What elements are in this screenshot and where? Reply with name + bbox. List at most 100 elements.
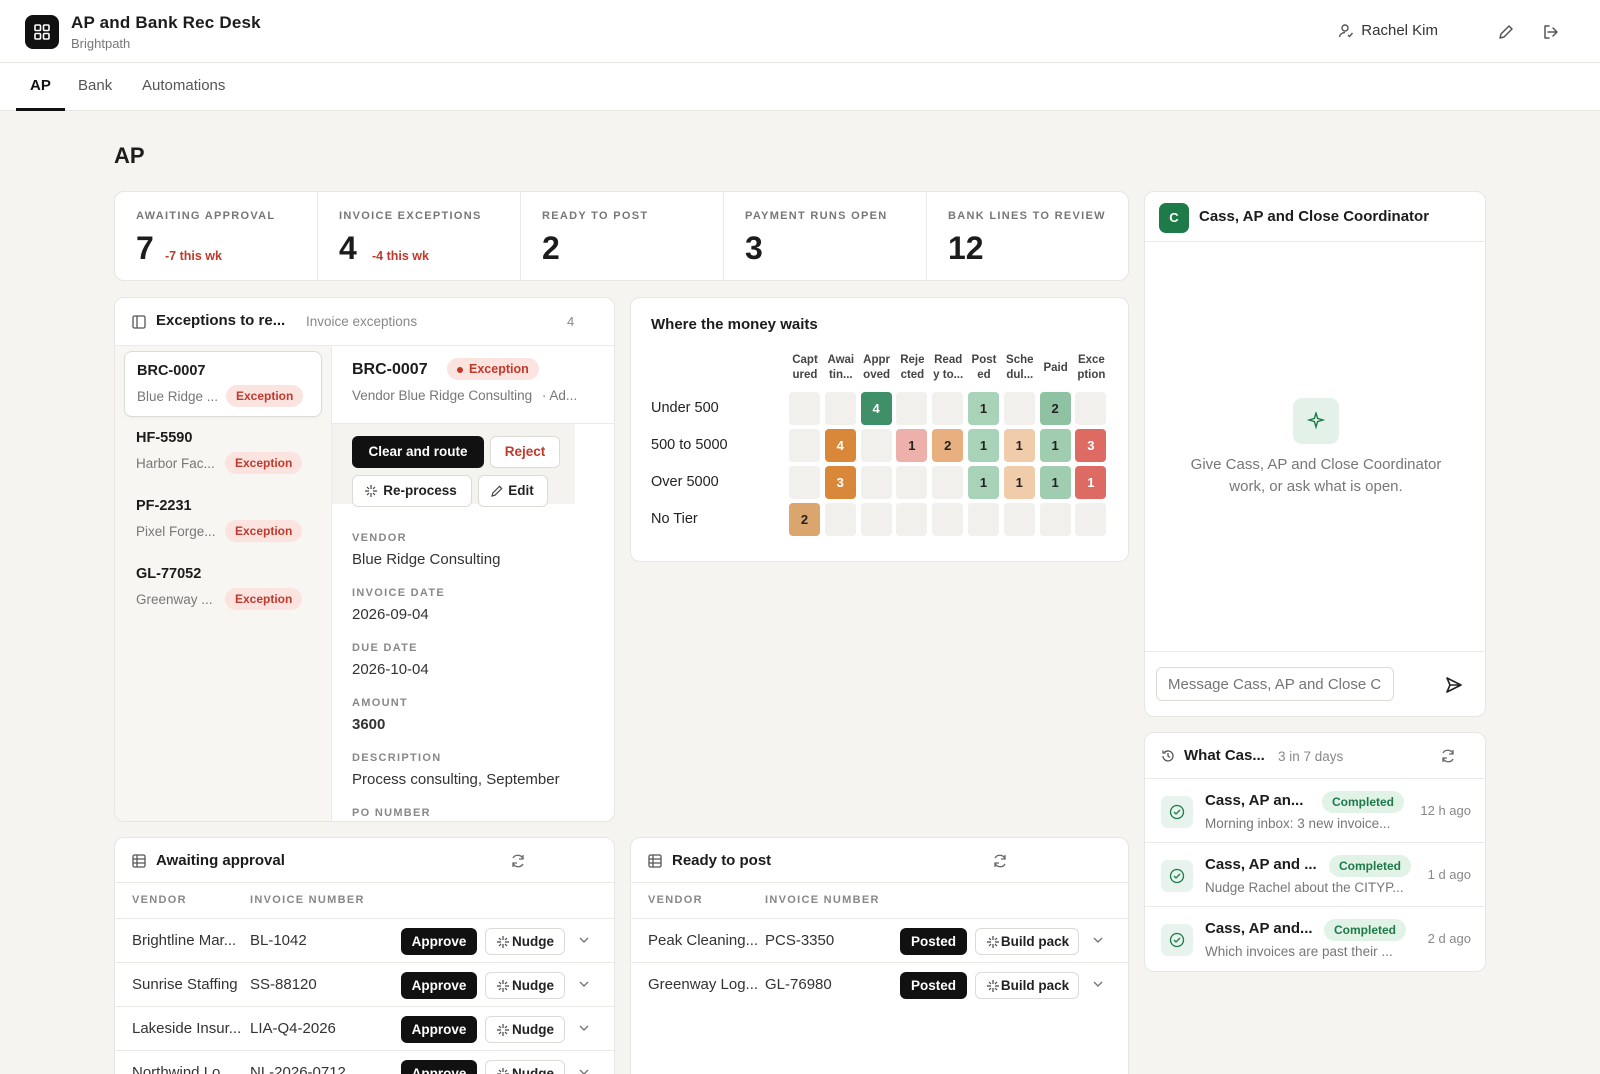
nudge-button[interactable]: Nudge	[485, 928, 565, 955]
heatmap-cell	[1003, 392, 1035, 425]
heatmap-column-label: Read y to...	[933, 354, 964, 381]
activity-item[interactable]: Cass, AP an... Completed Morning inbox: …	[1145, 778, 1485, 842]
nudge-label: Nudge	[512, 934, 554, 949]
table-row[interactable]: Sunrise Staffing SS-88120 Approve Nudge	[115, 962, 614, 1006]
build-pack-label: Build pack	[1000, 934, 1070, 949]
kpi-invoice-exceptions[interactable]: INVOICE EXCEPTIONS 4 -4 this wk	[318, 192, 521, 280]
heatmap-cell[interactable]: 1	[1003, 429, 1035, 462]
refresh-icon[interactable]	[1440, 748, 1456, 764]
status-badge: Exception	[225, 588, 303, 610]
heatmap-cell[interactable]: 1	[968, 466, 999, 499]
chevron-down-icon[interactable]	[1091, 933, 1105, 947]
heatmap-cell[interactable]: 1	[968, 429, 999, 462]
kpi-value: 4	[339, 230, 357, 266]
approve-button[interactable]: Approve	[401, 972, 477, 999]
heatmap-cell[interactable]: 1	[1075, 466, 1107, 499]
tab-automations[interactable]: Automations	[142, 77, 225, 94]
kpi-bank-lines-to-review[interactable]: BANK LINES TO REVIEW 12	[927, 192, 1128, 280]
vendor-cell: Peak Cleaning...	[648, 932, 759, 949]
heatmap-cell[interactable]: 1	[896, 429, 928, 462]
chevron-down-icon[interactable]	[1091, 977, 1105, 991]
nudge-button[interactable]: Nudge	[485, 1060, 565, 1074]
heatmap-cell	[1003, 503, 1035, 536]
user-menu[interactable]: Rachel Kim	[1338, 22, 1438, 39]
tab-bank[interactable]: Bank	[78, 77, 112, 94]
exception-item[interactable]: HF-5590 Harbor Fac... Exception	[124, 419, 322, 485]
chevron-down-icon[interactable]	[577, 1021, 591, 1035]
logout-icon[interactable]	[1541, 22, 1561, 42]
build-pack-button[interactable]: Build pack	[975, 972, 1079, 999]
column-header-vendor: VENDOR	[132, 894, 187, 906]
table-row[interactable]: Lakeside Insur... LIA-Q4-2026 Approve Nudge	[115, 1006, 614, 1050]
status-badge: Completed	[1329, 855, 1412, 877]
sparkle-icon	[497, 1024, 509, 1036]
exceptions-title: Exceptions to re...	[156, 312, 286, 329]
send-icon[interactable]	[1444, 675, 1464, 695]
exception-item[interactable]: GL-77052 Greenway ... Exception	[124, 555, 322, 621]
activity-time: 1 d ago	[1427, 867, 1471, 882]
build-pack-label: Build pack	[1000, 978, 1070, 993]
clear-and-route-button[interactable]: Clear and route	[352, 436, 484, 468]
field-value-invoice-date: 2026-09-04	[352, 606, 429, 623]
vendor-cell: Sunrise Staffing	[132, 976, 238, 993]
kpi-payment-runs-open[interactable]: PAYMENT RUNS OPEN 3	[724, 192, 927, 280]
heatmap-cell[interactable]: 1	[1003, 466, 1035, 499]
heatmap-title: Where the money waits	[651, 316, 818, 333]
activity-item[interactable]: Cass, AP and ... Completed Nudge Rachel …	[1145, 842, 1485, 906]
vendor-cell: Greenway Log...	[648, 976, 759, 993]
heatmap-cell[interactable]: 4	[824, 429, 856, 462]
activity-summary: Morning inbox: 3 new invoice...	[1205, 816, 1391, 831]
sparkle-icon	[497, 980, 509, 992]
detail-status-text: Exception	[469, 362, 529, 376]
heatmap-cell[interactable]: 4	[860, 392, 892, 425]
kpi-ready-to-post[interactable]: READY TO POST 2	[521, 192, 724, 280]
divider	[115, 882, 614, 883]
heatmap-cell[interactable]: 3	[1075, 429, 1107, 462]
heatmap-cell[interactable]: 2	[1039, 392, 1071, 425]
heatmap-cell[interactable]: 3	[824, 466, 856, 499]
heatmap-cell[interactable]: 1	[1039, 429, 1071, 462]
app-header: AP and Bank Rec Desk Brightpath Rachel K…	[0, 0, 1600, 63]
status-badge: Exception	[225, 520, 303, 542]
build-pack-button[interactable]: Build pack	[975, 928, 1079, 955]
heatmap-cell[interactable]: 1	[968, 392, 999, 425]
heatmap-cell	[932, 466, 964, 499]
edit-button[interactable]: Edit	[478, 475, 548, 507]
exception-item[interactable]: PF-2231 Pixel Forge... Exception	[124, 487, 322, 553]
approve-button[interactable]: Approve	[401, 1016, 477, 1043]
table-row[interactable]: Northwind Lo... NL-2026-0712 Approve Nudge	[115, 1050, 614, 1074]
reject-button[interactable]: Reject	[490, 436, 560, 468]
field-value-vendor: Blue Ridge Consulting	[352, 551, 501, 568]
heatmap-cell[interactable]: 2	[789, 503, 820, 536]
refresh-icon[interactable]	[992, 853, 1008, 869]
divider	[631, 882, 1128, 883]
activity-item[interactable]: Cass, AP and... Completed Which invoices…	[1145, 906, 1485, 970]
reprocess-button[interactable]: Re-process	[352, 475, 472, 507]
app-logo-icon[interactable]	[25, 15, 59, 49]
nudge-button[interactable]: Nudge	[485, 1016, 565, 1043]
heatmap-cell[interactable]: 2	[932, 429, 964, 462]
kpi-delta: -7 this wk	[165, 249, 222, 263]
chevron-down-icon[interactable]	[577, 1065, 591, 1074]
detail-status-badge: Exception	[447, 358, 539, 380]
assistant-message-input[interactable]	[1156, 667, 1394, 701]
exception-item[interactable]: BRC-0007 Blue Ridge ... Exception	[124, 351, 322, 417]
heatmap-cell[interactable]: 1	[1039, 466, 1071, 499]
activity-panel: What Cas... 3 in 7 days Cass, AP an... C…	[1144, 732, 1486, 972]
user-icon	[1339, 23, 1354, 38]
approve-button[interactable]: Approve	[401, 928, 477, 955]
chevron-down-icon[interactable]	[577, 977, 591, 991]
chevron-down-icon[interactable]	[577, 933, 591, 947]
money-heatmap-panel: Where the money waits Capt ured Awai tin.…	[630, 297, 1129, 562]
edit-icon[interactable]	[1496, 22, 1516, 42]
table-row[interactable]: Greenway Log... GL-76980 Posted Build pack	[631, 962, 1128, 1006]
tab-ap[interactable]: AP	[30, 77, 51, 94]
kpi-awaiting-approval[interactable]: AWAITING APPROVAL 7 -7 this wk	[115, 192, 318, 280]
nudge-button[interactable]: Nudge	[485, 972, 565, 999]
approve-button[interactable]: Approve	[401, 1060, 477, 1074]
heatmap-cell	[896, 392, 928, 425]
nudge-label: Nudge	[512, 1022, 554, 1037]
table-row[interactable]: Brightline Mar... BL-1042 Approve Nudge	[115, 918, 614, 962]
refresh-icon[interactable]	[510, 853, 526, 869]
table-row[interactable]: Peak Cleaning... PCS-3350 Posted Build pack	[631, 918, 1128, 962]
